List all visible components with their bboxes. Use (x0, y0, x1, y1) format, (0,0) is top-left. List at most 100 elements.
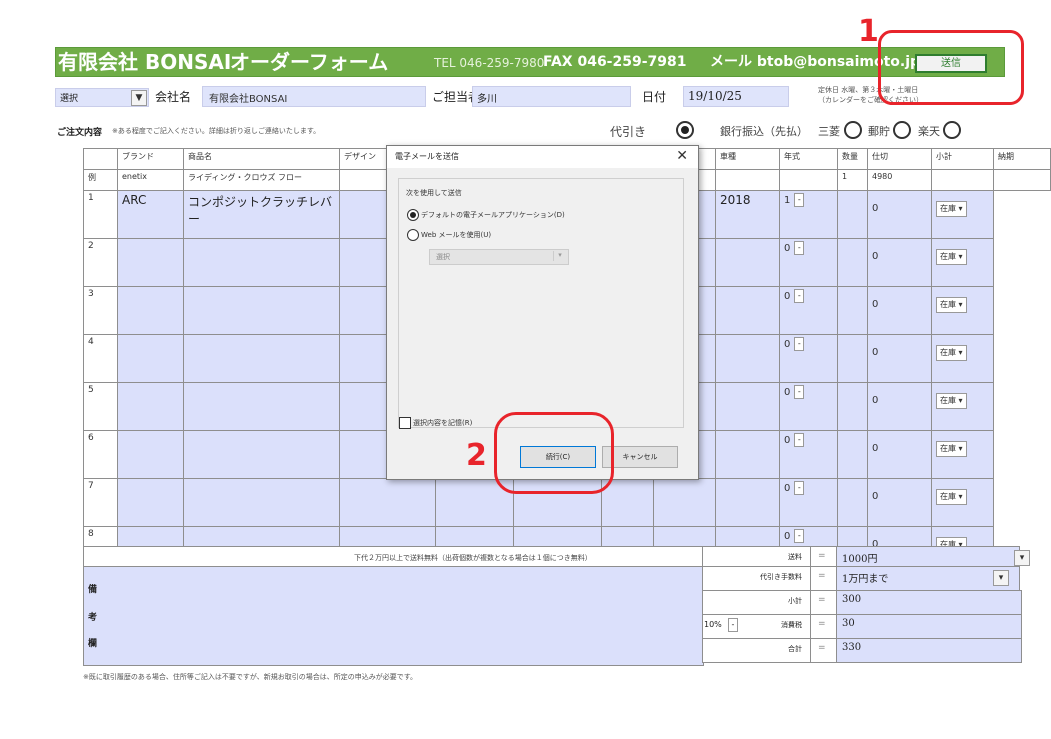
tax-label: 消費税 (781, 621, 802, 629)
payment-yucho-radio[interactable] (893, 121, 911, 139)
quantity-cell[interactable]: 0- (779, 286, 838, 335)
subtotal-cell: 0 (867, 478, 932, 527)
dialog-title: 電子メールを送信 (387, 146, 698, 168)
product-cell[interactable] (183, 430, 340, 479)
price-cell[interactable] (837, 478, 868, 527)
quantity-dropdown-icon[interactable]: - (794, 433, 805, 447)
payment-rakuten-radio[interactable] (943, 121, 961, 139)
quantity-dropdown-icon[interactable]: - (794, 193, 805, 207)
price-cell[interactable] (837, 190, 868, 239)
company-field[interactable]: 有限会社BONSAI (202, 86, 426, 107)
example-brand: enetix (117, 169, 184, 191)
price-cell[interactable] (837, 238, 868, 287)
quantity-cell[interactable]: 1- (779, 190, 838, 239)
quantity-cell[interactable]: 0- (779, 334, 838, 383)
shipping-note: 下代２万円以上で送料無料（出荷個数が複数となる場合は１個につき無料） (354, 554, 592, 562)
equals-sign: = (818, 643, 826, 653)
close-icon[interactable]: ✕ (676, 148, 688, 164)
webmail-radio[interactable] (407, 229, 419, 241)
default-mail-radio[interactable] (407, 209, 419, 221)
price-cell[interactable] (837, 334, 868, 383)
product-cell[interactable] (183, 286, 340, 335)
quantity-dropdown-icon[interactable]: - (794, 337, 805, 351)
quantity-cell[interactable]: 0- (779, 382, 838, 431)
model-cell[interactable] (653, 478, 716, 527)
remarks-field[interactable] (83, 566, 704, 666)
delivery-value: 在庫 (940, 396, 956, 405)
quantity-dropdown-icon[interactable]: - (794, 241, 805, 255)
design-cell[interactable] (339, 478, 436, 527)
quantity-cell[interactable]: 0- (779, 238, 838, 287)
delivery-select[interactable]: 在庫 ▾ (936, 249, 967, 265)
brand-cell[interactable] (117, 478, 184, 527)
year-cell[interactable] (715, 478, 780, 527)
year-cell[interactable] (715, 430, 780, 479)
header-cell-no (83, 148, 118, 170)
delivery-cell[interactable]: 在庫 ▾ (931, 334, 994, 383)
quantity-cell[interactable]: 0- (779, 478, 838, 527)
shipping-label: 送料 (788, 553, 802, 561)
product-cell[interactable]: コンポジットクラッチレバー (183, 190, 340, 239)
delivery-cell[interactable]: 在庫 ▾ (931, 382, 994, 431)
chevron-down-icon[interactable]: ▾ (993, 570, 1009, 586)
year-cell[interactable] (715, 286, 780, 335)
year-cell[interactable] (715, 238, 780, 287)
quantity-dropdown-icon[interactable]: - (794, 385, 805, 399)
row-number: 2 (83, 238, 118, 287)
brand-cell[interactable] (117, 334, 184, 383)
annotation-step-1: 1 (858, 14, 879, 49)
brand-cell[interactable] (117, 286, 184, 335)
tel-number: TEL 046-259-7980 (434, 56, 545, 70)
quantity-dropdown-icon[interactable]: - (794, 289, 805, 303)
example-no: 例 (83, 169, 118, 191)
year-cell[interactable] (715, 334, 780, 383)
delivery-select[interactable]: 在庫 ▾ (936, 441, 967, 457)
delivery-select[interactable]: 在庫 ▾ (936, 345, 967, 361)
delivery-cell[interactable]: 在庫 ▾ (931, 190, 994, 239)
quantity-dropdown-icon[interactable]: - (794, 529, 805, 543)
year-cell[interactable]: 2018 (715, 190, 780, 239)
product-cell[interactable] (183, 334, 340, 383)
product-cell[interactable] (183, 382, 340, 431)
quantity-dropdown-icon[interactable]: - (794, 481, 805, 495)
delivery-select[interactable]: 在庫 ▾ (936, 393, 967, 409)
subtotal-cell: 0 (867, 190, 932, 239)
subtotal-value-field (836, 590, 1022, 615)
prefix-select[interactable]: 選択 ▼ (55, 88, 149, 107)
year-cell[interactable] (715, 382, 780, 431)
chevron-down-icon[interactable]: ▾ (1014, 550, 1030, 566)
total-label: 合計 (788, 645, 802, 653)
brand-cell[interactable]: ARC (117, 190, 184, 239)
delivery-cell[interactable]: 在庫 ▾ (931, 430, 994, 479)
tax-rate-dropdown-icon[interactable]: - (728, 618, 738, 632)
date-field[interactable]: 19/10/25 (683, 86, 789, 107)
option-cell[interactable] (601, 478, 654, 527)
delivery-cell[interactable]: 在庫 ▾ (931, 478, 994, 527)
annotation-circle-continue (494, 412, 614, 494)
delivery-cell[interactable]: 在庫 ▾ (931, 238, 994, 287)
delivery-select[interactable]: 在庫 ▾ (936, 201, 967, 217)
delivery-cell[interactable]: 在庫 ▾ (931, 286, 994, 335)
quantity-cell[interactable]: 0- (779, 430, 838, 479)
chevron-down-icon[interactable]: ▼ (131, 90, 147, 106)
payment-cod-radio[interactable] (676, 121, 694, 139)
brand-cell[interactable] (117, 430, 184, 479)
brand-cell[interactable] (117, 238, 184, 287)
product-cell[interactable] (183, 238, 340, 287)
price-cell[interactable] (837, 286, 868, 335)
delivery-select[interactable]: 在庫 ▾ (936, 297, 967, 313)
price-cell[interactable] (837, 430, 868, 479)
price-cell[interactable] (837, 382, 868, 431)
person-field[interactable]: 多川 (472, 86, 631, 107)
send-method-group: 次を使用して送信 デフォルトの電子メールアプリケーション(D) Web メールを… (398, 178, 684, 428)
webmail-select[interactable]: 選択 ▾ (429, 249, 569, 265)
delivery-select[interactable]: 在庫 ▾ (936, 489, 967, 505)
row-number: 4 (83, 334, 118, 383)
subtotal-cell: 0 (867, 334, 932, 383)
brand-cell[interactable] (117, 382, 184, 431)
product-cell[interactable] (183, 478, 340, 527)
tax-rate: 10% (704, 620, 722, 629)
remember-checkbox[interactable] (399, 417, 411, 429)
fax-number: FAX 046-259-7981 (543, 54, 687, 70)
payment-mufg-radio[interactable] (844, 121, 862, 139)
